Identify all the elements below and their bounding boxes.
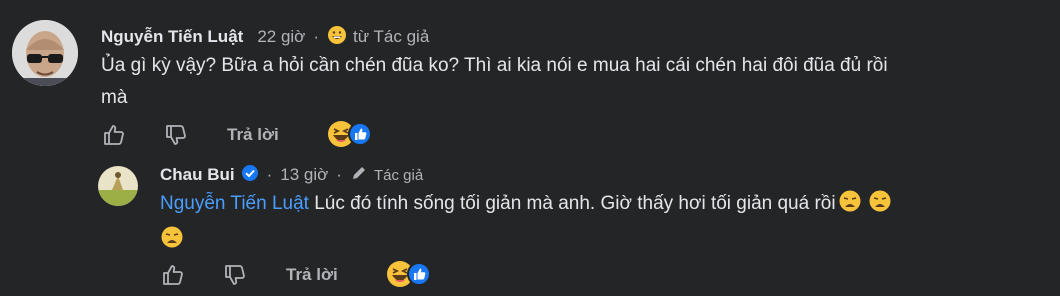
weary-emoji-icon (868, 189, 892, 224)
avatar[interactable] (98, 166, 138, 206)
thumbs-up-icon[interactable] (101, 122, 127, 148)
like-reaction-icon (407, 262, 431, 291)
comment-author[interactable]: Nguyễn Tiến Luật (101, 27, 243, 47)
reaction-summary[interactable] (326, 119, 372, 154)
comment-text: Ủa gì kỳ vậy? Bữa a hỏi cần chén đũa ko?… (101, 50, 1051, 114)
reaction-summary[interactable] (385, 259, 431, 294)
pen-icon (350, 164, 368, 187)
reply-actions: Trả lời (160, 261, 338, 289)
reply-text: Nguyễn Tiến Luật Lúc đó tính sống tối gi… (160, 188, 1050, 260)
separator-dot: · (313, 27, 319, 46)
reply-button[interactable]: Trả lời (227, 125, 279, 145)
comment-text-line: mà (101, 87, 128, 108)
reply-text-content: Lúc đó tính sống tối giản mà anh. Giờ th… (308, 193, 836, 214)
separator-dot: · (266, 165, 273, 184)
thumbs-up-icon[interactable] (160, 262, 186, 288)
grinning-emoji-icon (327, 25, 347, 50)
comment-actions: Trả lời (101, 121, 279, 149)
separator-dot: · (336, 165, 342, 184)
thumbs-down-icon[interactable] (222, 262, 248, 288)
comment-text-line: Ủa gì kỳ vậy? Bữa a hỏi cần chén đũa ko?… (101, 55, 888, 76)
avatar[interactable] (12, 20, 78, 86)
reply-header: Chau Bui · 13 giờ · Tác giả (160, 164, 423, 186)
reply-time[interactable]: 13 giờ (280, 165, 328, 185)
comment-header: Nguyễn Tiến Luật 22 giờ · từ Tác giả (101, 25, 430, 50)
like-reaction-icon (348, 122, 372, 151)
author-badge: Tác giả (373, 166, 424, 184)
weary-emoji-icon (838, 189, 862, 224)
weary-emoji-icon (160, 225, 184, 260)
comment-time[interactable]: 22 giờ (257, 27, 305, 47)
thumbs-down-icon[interactable] (163, 122, 189, 148)
mention-link[interactable]: Nguyễn Tiến Luật (160, 193, 309, 214)
reply-text-line (160, 224, 1050, 260)
reply-author[interactable]: Chau Bui (160, 165, 235, 185)
verified-badge-icon (241, 164, 259, 187)
from-author-label: từ Tác giả (353, 27, 430, 46)
reply-button[interactable]: Trả lời (286, 265, 338, 285)
